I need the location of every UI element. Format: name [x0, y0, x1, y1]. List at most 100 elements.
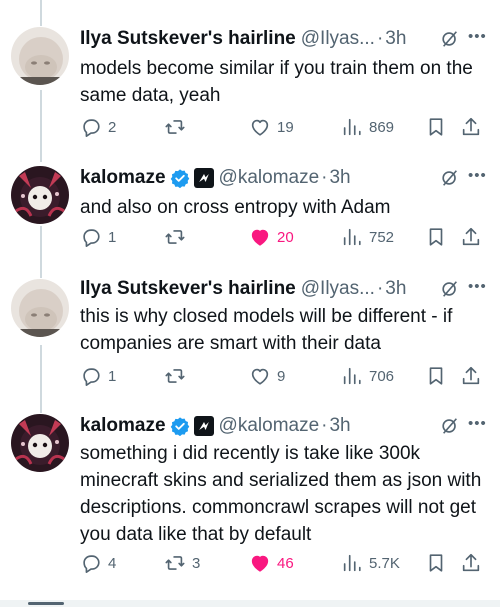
more-icon[interactable]: •••: [468, 414, 490, 434]
separator-dot: ·: [321, 167, 328, 188]
handle[interactable]: @kalomaze: [219, 167, 320, 189]
bookmark-button[interactable]: [425, 363, 447, 389]
views-icon: [343, 554, 361, 572]
repost-count: 3: [192, 554, 201, 572]
display-name[interactable]: kalomaze: [80, 167, 166, 189]
share-button[interactable]: [460, 550, 482, 576]
reply-button[interactable]: 4: [80, 550, 116, 576]
separator-dot: ·: [376, 28, 384, 49]
thread-line: [40, 226, 42, 278]
timestamp[interactable]: 3h: [385, 278, 406, 300]
like-button[interactable]: 20: [249, 224, 294, 250]
bottom-divider: [0, 600, 500, 607]
avatar[interactable]: [11, 27, 69, 85]
views-button[interactable]: 752: [341, 224, 394, 250]
timestamp[interactable]: 3h: [385, 28, 406, 50]
action-bar: 4 3 46 5.7K: [80, 550, 490, 576]
tweet-text: this is why closed models will be differ…: [80, 306, 453, 354]
reply-count: 1: [108, 228, 117, 246]
share-icon: [462, 117, 480, 136]
avatar[interactable]: [11, 279, 69, 337]
bookmark-button[interactable]: [425, 550, 447, 576]
grok-icon[interactable]: [440, 279, 460, 299]
action-bar: 1 9 706: [80, 363, 490, 389]
reply-icon: [83, 229, 100, 247]
like-count: 9: [277, 367, 286, 385]
timestamp[interactable]: 3h: [329, 167, 350, 189]
views-icon: [343, 367, 361, 385]
reply-icon: [83, 368, 100, 386]
views-count: 5.7K: [369, 554, 400, 572]
views-button[interactable]: 706: [341, 363, 394, 389]
views-count: 706: [369, 367, 395, 385]
tweet-header: kalomaze @kalomaze · 3h: [80, 414, 486, 438]
reply-button[interactable]: 2: [80, 114, 116, 140]
bookmark-icon: [429, 228, 443, 246]
timestamp[interactable]: 3h: [329, 415, 350, 437]
views-icon: [343, 228, 361, 246]
display-name[interactable]: Ilya Sutskever's hairline: [80, 278, 296, 300]
grok-icon[interactable]: [440, 416, 460, 436]
bookmark-icon: [429, 554, 443, 572]
more-icon[interactable]: •••: [468, 27, 490, 47]
repost-icon: [165, 230, 185, 244]
like-count: 20: [277, 228, 294, 246]
handle[interactable]: @kalomaze: [219, 415, 320, 437]
reply-icon: [83, 555, 100, 573]
repost-button[interactable]: [164, 363, 192, 389]
share-button[interactable]: [460, 224, 482, 250]
bookmark-button[interactable]: [425, 114, 447, 140]
scroll-indicator: [28, 602, 64, 605]
more-icon[interactable]: •••: [468, 166, 490, 186]
action-bar: 1 20 752: [80, 224, 490, 250]
action-bar: 2 19 869: [80, 114, 490, 140]
affiliate-badge-icon: [193, 416, 214, 436]
like-button[interactable]: 46: [249, 550, 294, 576]
more-icon[interactable]: •••: [468, 277, 490, 297]
repost-button[interactable]: [164, 224, 192, 250]
share-button[interactable]: [460, 114, 482, 140]
share-button[interactable]: [460, 363, 482, 389]
avatar-character-image: [11, 414, 69, 472]
views-count: 869: [369, 118, 395, 136]
avatar[interactable]: [11, 166, 69, 224]
tweet-header: kalomaze @kalomaze · 3h: [80, 166, 486, 190]
reply-button[interactable]: 1: [80, 363, 116, 389]
grok-icon[interactable]: [440, 29, 460, 49]
handle[interactable]: @Ilyas...: [301, 278, 375, 300]
share-icon: [462, 553, 480, 572]
display-name[interactable]: kalomaze: [80, 415, 166, 437]
bookmark-icon: [429, 118, 443, 136]
display-name[interactable]: Ilya Sutskever's hairline: [80, 28, 296, 50]
views-count: 752: [369, 228, 395, 246]
reply-button[interactable]: 1: [80, 224, 116, 250]
handle[interactable]: @Ilyas...: [301, 28, 375, 50]
tweet-text: models become similar if you train them …: [80, 58, 473, 106]
reply-count: 4: [108, 554, 117, 572]
verified-badge-icon: [170, 168, 190, 188]
like-button[interactable]: 19: [249, 114, 294, 140]
reply-count: 1: [108, 367, 117, 385]
share-icon: [462, 227, 480, 246]
tweet-text: and also on cross entropy with Adam: [80, 197, 391, 218]
bookmark-button[interactable]: [425, 224, 447, 250]
like-count: 19: [277, 118, 294, 136]
thread-line: [40, 345, 42, 413]
like-button[interactable]: 9: [249, 363, 285, 389]
tweet-header: Ilya Sutskever's hairline @Ilyas... · 3h: [80, 277, 486, 301]
grok-icon[interactable]: [440, 168, 460, 188]
share-icon: [462, 366, 480, 385]
avatar[interactable]: [11, 414, 69, 472]
separator-dot: ·: [321, 415, 328, 436]
bookmark-icon: [429, 367, 443, 385]
repost-button[interactable]: [164, 114, 192, 140]
heart-icon: [251, 119, 269, 136]
views-button[interactable]: 869: [341, 114, 394, 140]
verified-badge-icon: [170, 416, 190, 436]
heart-filled-icon: [251, 229, 269, 246]
views-icon: [343, 118, 361, 136]
avatar-bald-head-image: [11, 279, 69, 337]
views-button[interactable]: 5.7K: [341, 550, 400, 576]
repost-button[interactable]: 3: [164, 550, 200, 576]
like-count: 46: [277, 554, 294, 572]
